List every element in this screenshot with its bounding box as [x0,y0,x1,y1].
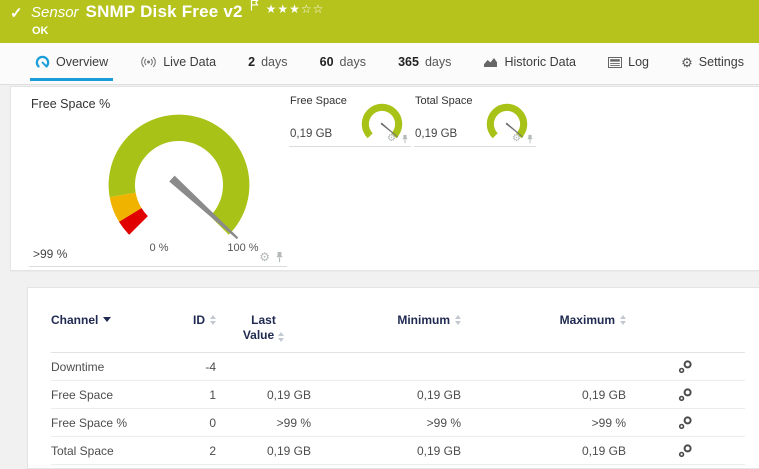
stars-empty[interactable]: ☆☆ [301,2,325,16]
channel-id: 0 [209,415,216,430]
maximum-value: >99 % [591,415,626,430]
sensor-status-badge: OK [32,25,49,37]
tab-label: Historic Data [504,55,577,69]
settings-gear-icon: ⚙ [681,54,693,70]
channel-name: Total Space [51,443,114,458]
sort-icon [620,315,626,325]
col-id[interactable]: ID [166,313,216,327]
table-row-total-space: Total Space 2 0,19 GB 0,19 GB 0,19 GB [51,437,745,465]
gauge-pin-icon[interactable] [275,251,284,263]
gauge-value: >99 % [33,247,68,261]
tab-60-days[interactable]: 60 days [315,52,371,81]
sensor-header: ✓ Sensor SNMP Disk Free v2 ★★★☆☆ OK [0,0,759,43]
sort-icon [278,331,285,342]
col-channel[interactable]: Channel [51,313,166,327]
gauge-pin-icon[interactable] [526,134,534,144]
live-icon [141,56,156,68]
table-row-free-space-percent: Free Space % 0 >99 % >99 % >99 % [51,409,745,437]
mini-gauge-free-space: Free Space 0,19 GB ⚙ [289,95,411,147]
minimum-value: 0,19 GB [416,443,461,458]
channels-table: Channel ID Last Value Minimum Maximum Do… [28,288,759,465]
col-minimum[interactable]: Minimum [311,313,461,327]
tab-label: Log [628,55,649,69]
last-value: 0,19 GB [266,387,311,402]
minimum-value: >99 % [426,415,461,430]
tab-settings[interactable]: ⚙ Settings [676,52,749,81]
tab-live-data[interactable]: Live Data [135,52,221,81]
overview-gauges-panel: Free Space % 0 % 100 % >99 % ⚙ Free Spac… [10,86,759,271]
gauge-value: 0,19 GB [290,128,333,140]
gauge-title: Total Space [415,95,473,107]
star-rating[interactable]: ★★★☆☆ [266,2,325,16]
mini-gauge-total-space: Total Space 0,19 GB ⚙ [414,95,536,147]
sort-desc-icon [103,317,112,322]
channel-edit-icon[interactable] [678,415,693,430]
sensor-kind-label: Sensor [31,4,79,21]
last-value: 0,19 GB [266,443,311,458]
table-row-downtime: Downtime -4 [51,353,745,381]
tab-label: Settings [698,55,744,69]
sensor-name: SNMP Disk Free v2 [85,2,243,21]
gauge-pin-icon[interactable] [401,134,409,144]
gauge-value: 0,19 GB [415,128,458,140]
channel-edit-icon[interactable] [678,359,693,374]
primary-channel-gauge: Free Space % 0 % 100 % >99 % ⚙ [29,95,287,267]
tab-log[interactable]: Log [603,52,654,81]
tab-2-days[interactable]: 2 days [243,52,292,81]
maximum-value: 0,19 GB [581,443,626,458]
tab-365-days[interactable]: 365 days [393,52,456,81]
channel-id: -4 [205,359,216,374]
gauge-settings-icon[interactable]: ⚙ [387,134,396,144]
table-row-free-space: Free Space 1 0,19 GB 0,19 GB 0,19 GB [51,381,745,409]
gauge-icon [35,55,50,68]
channel-id: 2 [209,443,216,458]
stars-filled[interactable]: ★★★ [266,2,301,16]
col-maximum[interactable]: Maximum [461,313,626,327]
channel-name: Free Space [51,387,114,402]
tab-label: Live Data [163,55,217,69]
channel-id: 1 [209,387,216,402]
maximum-value: 0,19 GB [581,387,626,402]
gauge-settings-icon[interactable]: ⚙ [259,251,270,263]
table-header-row: Channel ID Last Value Minimum Maximum [51,288,745,353]
channel-edit-icon[interactable] [678,443,693,458]
free-space-percent-gauge [108,114,250,240]
tab-overview[interactable]: Overview [30,52,114,81]
gauge-settings-icon[interactable]: ⚙ [512,134,521,144]
channel-name: Free Space % [51,415,128,430]
tab-historic-data[interactable]: Historic Data [478,52,581,81]
historic-chart-icon [484,58,498,67]
status-check-icon: ✓ [10,5,23,22]
flag-icon[interactable] [250,0,259,16]
channel-name: Downtime [51,359,105,374]
channels-table-panel: Channel ID Last Value Minimum Maximum Do… [27,287,759,469]
col-last-value[interactable]: Last Value [216,313,311,343]
gauge-min-label: 0 % [149,242,169,254]
tab-bar: Overview Live Data 2 days 60 days 365 days … [0,43,759,85]
minimum-value: 0,19 GB [416,387,461,402]
channel-edit-icon[interactable] [678,387,693,402]
last-value: >99 % [276,415,311,430]
tab-label: Overview [56,55,109,69]
log-icon [608,56,623,68]
gauge-title: Free Space [290,95,347,107]
